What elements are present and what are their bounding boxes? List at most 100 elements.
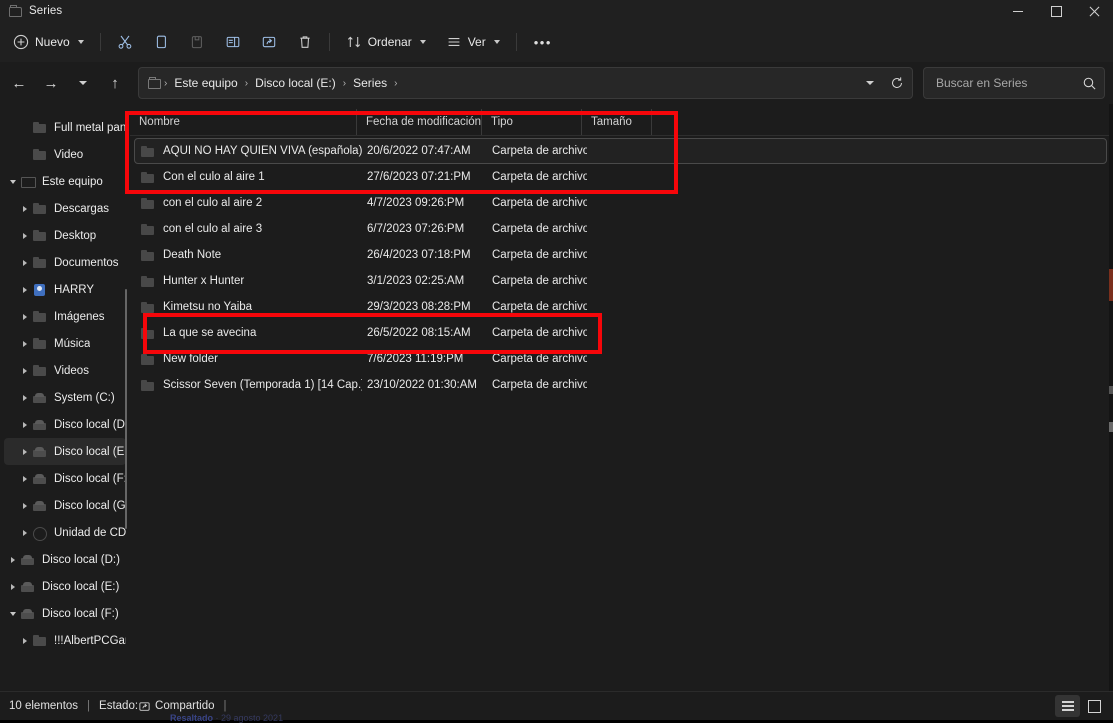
chevron-right-icon[interactable] [18, 448, 32, 455]
chevron-right-icon[interactable] [18, 421, 32, 428]
file-name: Con el culo al aire 1 [163, 171, 265, 183]
drive-icon [20, 553, 37, 567]
table-row[interactable]: AQUI NO HAY QUIEN VIVA (española) 20/6/20… [134, 138, 1107, 164]
sort-button-label: Ordenar [367, 35, 412, 49]
address-dropdown-button[interactable] [857, 70, 883, 96]
column-header-spacer [652, 109, 682, 135]
table-row[interactable]: New folder 7/6/2023 11:19:PM Carpeta de ar… [134, 346, 1107, 372]
folder-icon [141, 249, 156, 262]
sidebar-item-im-genes[interactable]: Imágenes [4, 303, 126, 330]
file-list-pane: Nombre Fecha de modificación Tipo Tamaño… [130, 104, 1113, 691]
up-button[interactable]: ↑ [100, 68, 130, 98]
table-row[interactable]: Scissor Seven (Temporada 1) [14 Cap.] FD… [134, 372, 1107, 398]
chevron-right-icon[interactable] [6, 556, 20, 563]
drive-icon [32, 418, 49, 432]
back-button[interactable]: ← [4, 68, 34, 98]
sidebar-item-descargas[interactable]: Descargas [4, 195, 126, 222]
chevron-down-icon[interactable] [6, 611, 20, 616]
chevron-right-icon[interactable] [18, 313, 32, 320]
chevron-right-icon[interactable] [18, 205, 32, 212]
sidebar-item-este-equipo[interactable]: Este equipo [4, 168, 126, 195]
breadcrumb-item-series[interactable]: Series [347, 73, 393, 93]
folder-icon [32, 148, 49, 162]
forward-button[interactable]: → [36, 68, 66, 98]
copy-button[interactable] [144, 27, 178, 57]
status-item-count-group: 10 elementos | Estado: Compartido | [9, 700, 236, 713]
chevron-right-icon[interactable] [18, 637, 32, 644]
sidebar-item-unidad-de-cd[interactable]: Unidad de CD ( [4, 519, 126, 546]
maximize-button[interactable] [1037, 0, 1075, 22]
new-button[interactable]: Nuevo [6, 27, 93, 57]
chevron-down-icon[interactable] [6, 179, 20, 184]
chevron-right-icon[interactable] [18, 340, 32, 347]
chevron-right-icon[interactable] [18, 394, 32, 401]
file-name-cell: con el culo al aire 2 [135, 197, 362, 210]
sidebar-item-harry[interactable]: HARRY [4, 276, 126, 303]
chevron-right-icon[interactable] [18, 286, 32, 293]
sidebar-item-documentos[interactable]: Documentos [4, 249, 126, 276]
sidebar-item-system-c[interactable]: System (C:) [4, 384, 126, 411]
search-button[interactable] [1078, 71, 1100, 95]
column-header-tamano[interactable]: Tamaño [582, 109, 652, 135]
details-view-button[interactable] [1055, 695, 1080, 717]
sidebar-item-desktop[interactable]: Desktop [4, 222, 126, 249]
chevron-right-icon[interactable] [18, 475, 32, 482]
chevron-down-icon [77, 40, 84, 44]
table-row[interactable]: Hunter x Hunter 3/1/2023 02:25:AM Carpeta … [134, 268, 1107, 294]
table-row[interactable]: Kimetsu no Yaiba 29/3/2023 08:28:PM Carpet… [134, 294, 1107, 320]
file-date: 26/4/2023 07:18:PM [367, 249, 471, 261]
address-bar[interactable]: › Este equipo › Disco local (E:) › Serie… [138, 67, 913, 99]
sidebar-item-m-sica[interactable]: Música [4, 330, 126, 357]
table-row[interactable]: con el culo al aire 3 6/7/2023 07:26:PM Ca… [134, 216, 1107, 242]
sidebar-item-full-metal-pani[interactable]: Full metal pani [4, 114, 126, 141]
sidebar-item-disco-local-d[interactable]: Disco local (D:) [4, 546, 126, 573]
close-button[interactable] [1075, 0, 1113, 22]
sidebar-item-disco-local-g[interactable]: Disco local (G:) [4, 492, 126, 519]
search-input[interactable] [934, 75, 1079, 91]
table-row[interactable]: Con el culo al aire 1 27/6/2023 07:21:PM C… [134, 164, 1107, 190]
more-options-button[interactable]: ••• [524, 27, 562, 57]
sidebar-item-disco-local-f[interactable]: Disco local (F:) [4, 465, 126, 492]
view-button[interactable]: Ver [437, 27, 509, 57]
table-row[interactable]: La que se avecina 26/5/2022 08:15:AM Carpe… [134, 320, 1107, 346]
sidebar-item-albertpcgam[interactable]: !!!AlbertPCGam [4, 627, 126, 654]
column-header-tipo[interactable]: Tipo [482, 109, 582, 135]
command-bar: Nuevo Ordenar Ver ••• [0, 22, 1113, 62]
sidebar-item-disco-local-f[interactable]: Disco local (F:) [4, 600, 126, 627]
chevron-right-icon[interactable] [18, 502, 32, 509]
sidebar-item-disco-local-e[interactable]: Disco local (E:) [4, 573, 126, 600]
share-button[interactable] [252, 27, 286, 57]
search-box[interactable] [923, 67, 1105, 99]
sidebar-item-video[interactable]: Video [4, 141, 126, 168]
column-headers: Nombre Fecha de modificación Tipo Tamaño [130, 109, 1113, 136]
sidebar-item-label: HARRY [54, 283, 95, 296]
breadcrumb-item-este-equipo[interactable]: Este equipo [168, 73, 243, 93]
folder-icon [141, 145, 156, 158]
chevron-right-icon[interactable] [18, 529, 32, 536]
refresh-button[interactable] [884, 70, 910, 96]
recent-locations-button[interactable] [68, 68, 98, 98]
sidebar-item-videos[interactable]: Videos [4, 357, 126, 384]
table-row[interactable]: con el culo al aire 2 4/7/2023 09:26:PM Ca… [134, 190, 1107, 216]
chevron-right-icon[interactable] [18, 367, 32, 374]
column-header-nombre[interactable]: Nombre [130, 109, 357, 135]
file-name-cell: Hunter x Hunter [135, 275, 362, 288]
paste-button[interactable] [180, 27, 214, 57]
chevron-right-icon[interactable] [18, 232, 32, 239]
large-icons-view-button[interactable] [1082, 695, 1107, 717]
sidebar-item-disco-local-d[interactable]: Disco local (D:) [4, 411, 126, 438]
sidebar-scrollbar[interactable] [125, 289, 127, 529]
drive-icon [32, 472, 49, 486]
breadcrumb-item-disco-local-e[interactable]: Disco local (E:) [249, 73, 342, 93]
column-header-fecha[interactable]: Fecha de modificación [357, 109, 482, 135]
cut-button[interactable] [108, 27, 142, 57]
chevron-right-icon[interactable] [18, 259, 32, 266]
sort-button[interactable]: Ordenar [337, 27, 435, 57]
rename-button[interactable] [216, 27, 250, 57]
minimize-button[interactable] [999, 0, 1037, 22]
view-lines-icon [446, 34, 462, 50]
delete-button[interactable] [288, 27, 322, 57]
chevron-right-icon[interactable] [6, 583, 20, 590]
sidebar-item-disco-local-e[interactable]: Disco local (E:) [4, 438, 126, 465]
table-row[interactable]: Death Note 26/4/2023 07:18:PM Carpeta de a… [134, 242, 1107, 268]
